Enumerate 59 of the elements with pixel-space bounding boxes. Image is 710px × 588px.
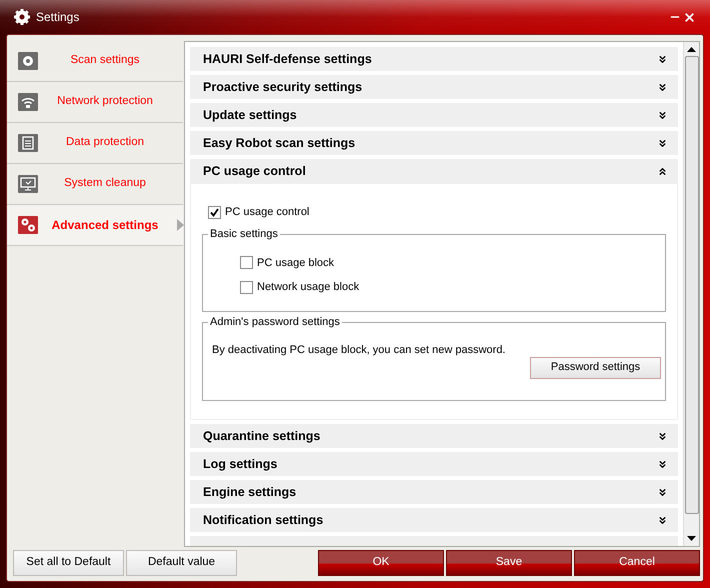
- section-title: Easy Robot scan settings: [203, 134, 356, 152]
- scroll-down-icon[interactable]: [687, 536, 696, 541]
- gear-icon: [18, 52, 38, 70]
- sidebar-label: Data protection: [66, 135, 144, 150]
- expand-icon: [657, 430, 668, 442]
- section-title: Log settings: [203, 456, 278, 473]
- footer-button[interactable]: Set all to Default: [13, 550, 124, 576]
- checkbox[interactable]: [240, 280, 253, 294]
- sidebar-label: Network protection: [57, 94, 153, 110]
- checkbox-label: Network usage block: [257, 280, 360, 295]
- section-header[interactable]: Log settings: [190, 452, 678, 476]
- section-title: Update settings: [203, 106, 298, 124]
- close-icon[interactable]: [683, 10, 696, 24]
- checkbox[interactable]: [208, 206, 221, 219]
- section-header[interactable]: PC usage control: [190, 159, 678, 183]
- section-header[interactable]: Engine settings: [190, 480, 678, 504]
- expand-icon: [657, 110, 668, 120]
- expand-icon: [657, 138, 668, 148]
- window-title: Settings: [36, 9, 80, 26]
- section-title: Engine settings: [203, 484, 298, 501]
- monitor-icon: [18, 175, 38, 193]
- sidebar-label: System cleanup: [64, 176, 146, 192]
- scrollbar[interactable]: [683, 42, 699, 546]
- expand-icon: [657, 458, 668, 470]
- section-header[interactable]: Notification settings: [190, 508, 678, 532]
- collapse-icon: [657, 166, 668, 176]
- checkbox-label: PC usage control: [225, 205, 310, 220]
- dialog-button[interactable]: Save: [446, 550, 572, 576]
- gears-icon: [18, 216, 38, 234]
- section-title: Proactive security settings: [203, 78, 364, 96]
- group-title: Admin's password settings: [208, 314, 342, 328]
- checkbox[interactable]: [240, 256, 253, 270]
- expand-icon: [657, 54, 668, 64]
- section-header[interactable]: Update settings: [190, 103, 678, 127]
- section-header[interactable]: Proactive security settings: [190, 75, 678, 99]
- expand-icon: [657, 514, 668, 526]
- section-header[interactable]: Quarantine settings: [190, 424, 678, 448]
- section-header[interactable]: HAURI Self-defense settings: [190, 47, 678, 71]
- scroll-up-icon[interactable]: [687, 47, 696, 52]
- sidebar-label: Scan settings: [70, 53, 140, 68]
- password-settings-button[interactable]: Password settings: [530, 356, 661, 378]
- section-title: PC usage control: [203, 162, 307, 180]
- section-title: Quarantine settings: [203, 428, 322, 445]
- group-title: Basic settings: [208, 226, 280, 240]
- sidebar-item[interactable]: Advanced settings: [7, 205, 183, 246]
- wifi-icon: [18, 93, 38, 111]
- sidebar-label: Advanced settings: [52, 217, 158, 234]
- dialog-button[interactable]: OK: [318, 550, 444, 576]
- section-title: Notification settings: [203, 512, 324, 529]
- section-title: HAURI Self-defense settings: [203, 50, 373, 68]
- footer-button[interactable]: Default value: [126, 550, 237, 576]
- section-header[interactable]: Easy Robot scan settings: [190, 131, 678, 155]
- document-icon: [18, 134, 38, 152]
- checkbox-label: PC usage block: [257, 256, 334, 270]
- gear-icon: [14, 9, 30, 25]
- password-note: By deactivating PC usage block, you can set new password.: [212, 342, 506, 358]
- expand-icon: [657, 486, 668, 498]
- expand-icon: [657, 82, 668, 92]
- dialog-button[interactable]: Cancel: [574, 550, 700, 576]
